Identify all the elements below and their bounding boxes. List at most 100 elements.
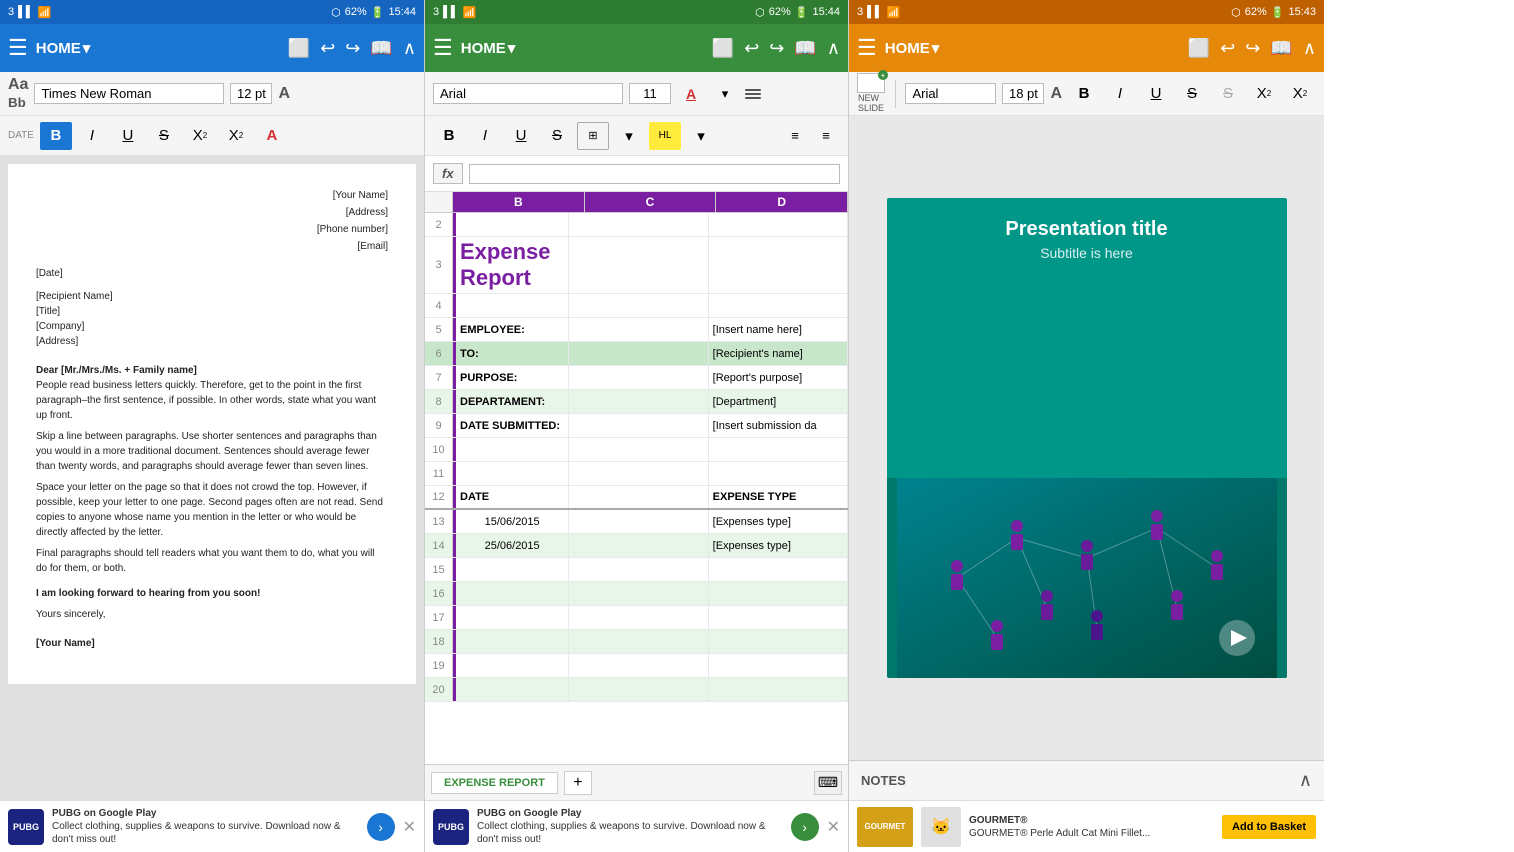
- excel-collapse-icon[interactable]: ∧: [827, 38, 840, 59]
- excel-underline-button[interactable]: U: [505, 122, 537, 150]
- excel-strikethrough-button[interactable]: S: [541, 122, 573, 150]
- ppt-redo-icon[interactable]: ↪: [1245, 38, 1260, 59]
- ppt-add-to-basket-button[interactable]: Add to Basket: [1222, 815, 1316, 839]
- excel-add-sheet-button[interactable]: +: [564, 771, 592, 795]
- excel-cell-b15[interactable]: [453, 558, 569, 581]
- ppt-font-size[interactable]: [1002, 83, 1044, 104]
- excel-cell-c14[interactable]: [569, 534, 708, 557]
- excel-cell-c9[interactable]: [569, 414, 708, 437]
- excel-cell-b7[interactable]: PURPOSE:: [453, 366, 569, 389]
- excel-borders-dropdown[interactable]: ▾: [613, 122, 645, 150]
- excel-cell-d14[interactable]: [Expenses type]: [709, 534, 848, 557]
- ppt-book-icon[interactable]: 📖: [1270, 38, 1292, 59]
- excel-cell-d15[interactable]: [709, 558, 848, 581]
- excel-cell-c3[interactable]: [569, 237, 708, 293]
- excel-cell-d19[interactable]: [709, 654, 848, 677]
- excel-formula-input[interactable]: [469, 164, 840, 184]
- ppt-italic-button[interactable]: I: [1104, 80, 1136, 108]
- ppt-undo-icon[interactable]: ↩: [1220, 38, 1235, 59]
- excel-cell-b14[interactable]: 25/06/2015: [453, 534, 569, 557]
- excel-cell-b11[interactable]: [453, 462, 569, 485]
- excel-italic-button[interactable]: I: [469, 122, 501, 150]
- ppt-menu-button[interactable]: ☰: [857, 35, 877, 61]
- excel-save-icon[interactable]: ⬜: [712, 38, 734, 59]
- word-ad-close[interactable]: ✕: [403, 817, 416, 837]
- excel-cell-c8[interactable]: [569, 390, 708, 413]
- excel-cell-c7[interactable]: [569, 366, 708, 389]
- word-strikethrough-button[interactable]: S: [148, 122, 180, 150]
- ppt-subscript-button[interactable]: X2: [1248, 80, 1280, 108]
- excel-cell-b18[interactable]: [453, 630, 569, 653]
- word-font-color-button[interactable]: A: [256, 122, 288, 150]
- ppt-collapse-icon[interactable]: ∧: [1303, 38, 1316, 59]
- excel-cell-b4[interactable]: [453, 294, 569, 317]
- excel-cell-b2[interactable]: [453, 213, 569, 236]
- excel-cell-b12[interactable]: DATE: [453, 486, 569, 508]
- excel-highlight-button[interactable]: HL: [649, 122, 681, 150]
- undo-icon[interactable]: ↩: [320, 38, 335, 59]
- excel-sheet-tab[interactable]: EXPENSE REPORT: [431, 772, 558, 794]
- excel-cell-d8[interactable]: [Department]: [709, 390, 848, 413]
- excel-cell-d10[interactable]: [709, 438, 848, 461]
- word-home-dropdown[interactable]: HOME ▾: [36, 39, 91, 57]
- excel-highlight-dropdown[interactable]: ▾: [685, 122, 717, 150]
- excel-cell-b5[interactable]: EMPLOYEE:: [453, 318, 569, 341]
- ppt-notes-expand-button[interactable]: ∧: [1299, 770, 1312, 791]
- excel-cell-c2[interactable]: [569, 213, 708, 236]
- excel-cell-b9[interactable]: DATE SUBMITTED:: [453, 414, 569, 437]
- word-format-a-btn[interactable]: A: [278, 85, 290, 103]
- word-font-name[interactable]: [34, 83, 224, 104]
- ppt-superscript-button[interactable]: X2: [1284, 80, 1316, 108]
- excel-home-dropdown[interactable]: HOME ▾: [461, 39, 516, 57]
- excel-cell-b3[interactable]: Expense Report: [453, 237, 569, 293]
- word-italic-button[interactable]: I: [76, 122, 108, 150]
- excel-wrap-button[interactable]: ≡: [812, 123, 840, 149]
- excel-cell-c5[interactable]: [569, 318, 708, 341]
- excel-cell-c12[interactable]: [569, 486, 708, 508]
- excel-font-name[interactable]: [433, 83, 623, 104]
- excel-menu-button[interactable]: ☰: [433, 35, 453, 61]
- book-icon[interactable]: 📖: [370, 38, 392, 59]
- excel-font-color-button[interactable]: A: [677, 81, 705, 107]
- excel-cell-b13[interactable]: 15/06/2015: [453, 510, 569, 533]
- ppt-bold-button[interactable]: B: [1068, 80, 1100, 108]
- excel-align-right-button[interactable]: ≡: [781, 123, 809, 149]
- excel-cell-d9[interactable]: [Insert submission da: [709, 414, 848, 437]
- excel-font-color-dropdown[interactable]: ▾: [711, 81, 739, 107]
- excel-cell-d20[interactable]: [709, 678, 848, 701]
- excel-cell-c11[interactable]: [569, 462, 708, 485]
- excel-cell-c19[interactable]: [569, 654, 708, 677]
- excel-keyboard-button[interactable]: ⌨: [814, 771, 842, 795]
- excel-cell-b8[interactable]: DEPARTAMENT:: [453, 390, 569, 413]
- ppt-strikethrough-button[interactable]: S: [1176, 80, 1208, 108]
- excel-cell-d7[interactable]: [Report's purpose]: [709, 366, 848, 389]
- excel-cell-c18[interactable]: [569, 630, 708, 653]
- excel-col-c-header[interactable]: C: [585, 192, 717, 212]
- excel-cell-b19[interactable]: [453, 654, 569, 677]
- redo-icon[interactable]: ↪: [345, 38, 360, 59]
- excel-borders-button[interactable]: ⊞: [577, 122, 609, 150]
- excel-cell-d4[interactable]: [709, 294, 848, 317]
- word-ad-arrow[interactable]: ›: [367, 813, 395, 841]
- excel-cell-d12[interactable]: EXPENSE TYPE: [709, 486, 848, 508]
- ppt-new-slide-button[interactable]: + NEWSLIDE: [857, 73, 885, 114]
- excel-cell-d11[interactable]: [709, 462, 848, 485]
- excel-redo-icon[interactable]: ↪: [769, 38, 784, 59]
- excel-cell-d5[interactable]: [Insert name here]: [709, 318, 848, 341]
- excel-cell-b17[interactable]: [453, 606, 569, 629]
- excel-cell-d16[interactable]: [709, 582, 848, 605]
- excel-cell-d17[interactable]: [709, 606, 848, 629]
- word-bold-button[interactable]: B: [40, 122, 72, 150]
- excel-cell-c4[interactable]: [569, 294, 708, 317]
- save-icon[interactable]: ⬜: [288, 38, 310, 59]
- excel-book-icon[interactable]: 📖: [794, 38, 816, 59]
- excel-cell-b6[interactable]: TO:: [453, 342, 569, 365]
- excel-cell-c20[interactable]: [569, 678, 708, 701]
- excel-sheet-body[interactable]: 2 3 Expense Report 4: [425, 213, 848, 764]
- excel-col-d-header[interactable]: D: [716, 192, 848, 212]
- ppt-strikethrough2-button[interactable]: S: [1212, 80, 1244, 108]
- word-underline-button[interactable]: U: [112, 122, 144, 150]
- word-menu-button[interactable]: ☰: [8, 35, 28, 61]
- excel-cell-d3[interactable]: [709, 237, 848, 293]
- ppt-font-name[interactable]: [905, 83, 996, 104]
